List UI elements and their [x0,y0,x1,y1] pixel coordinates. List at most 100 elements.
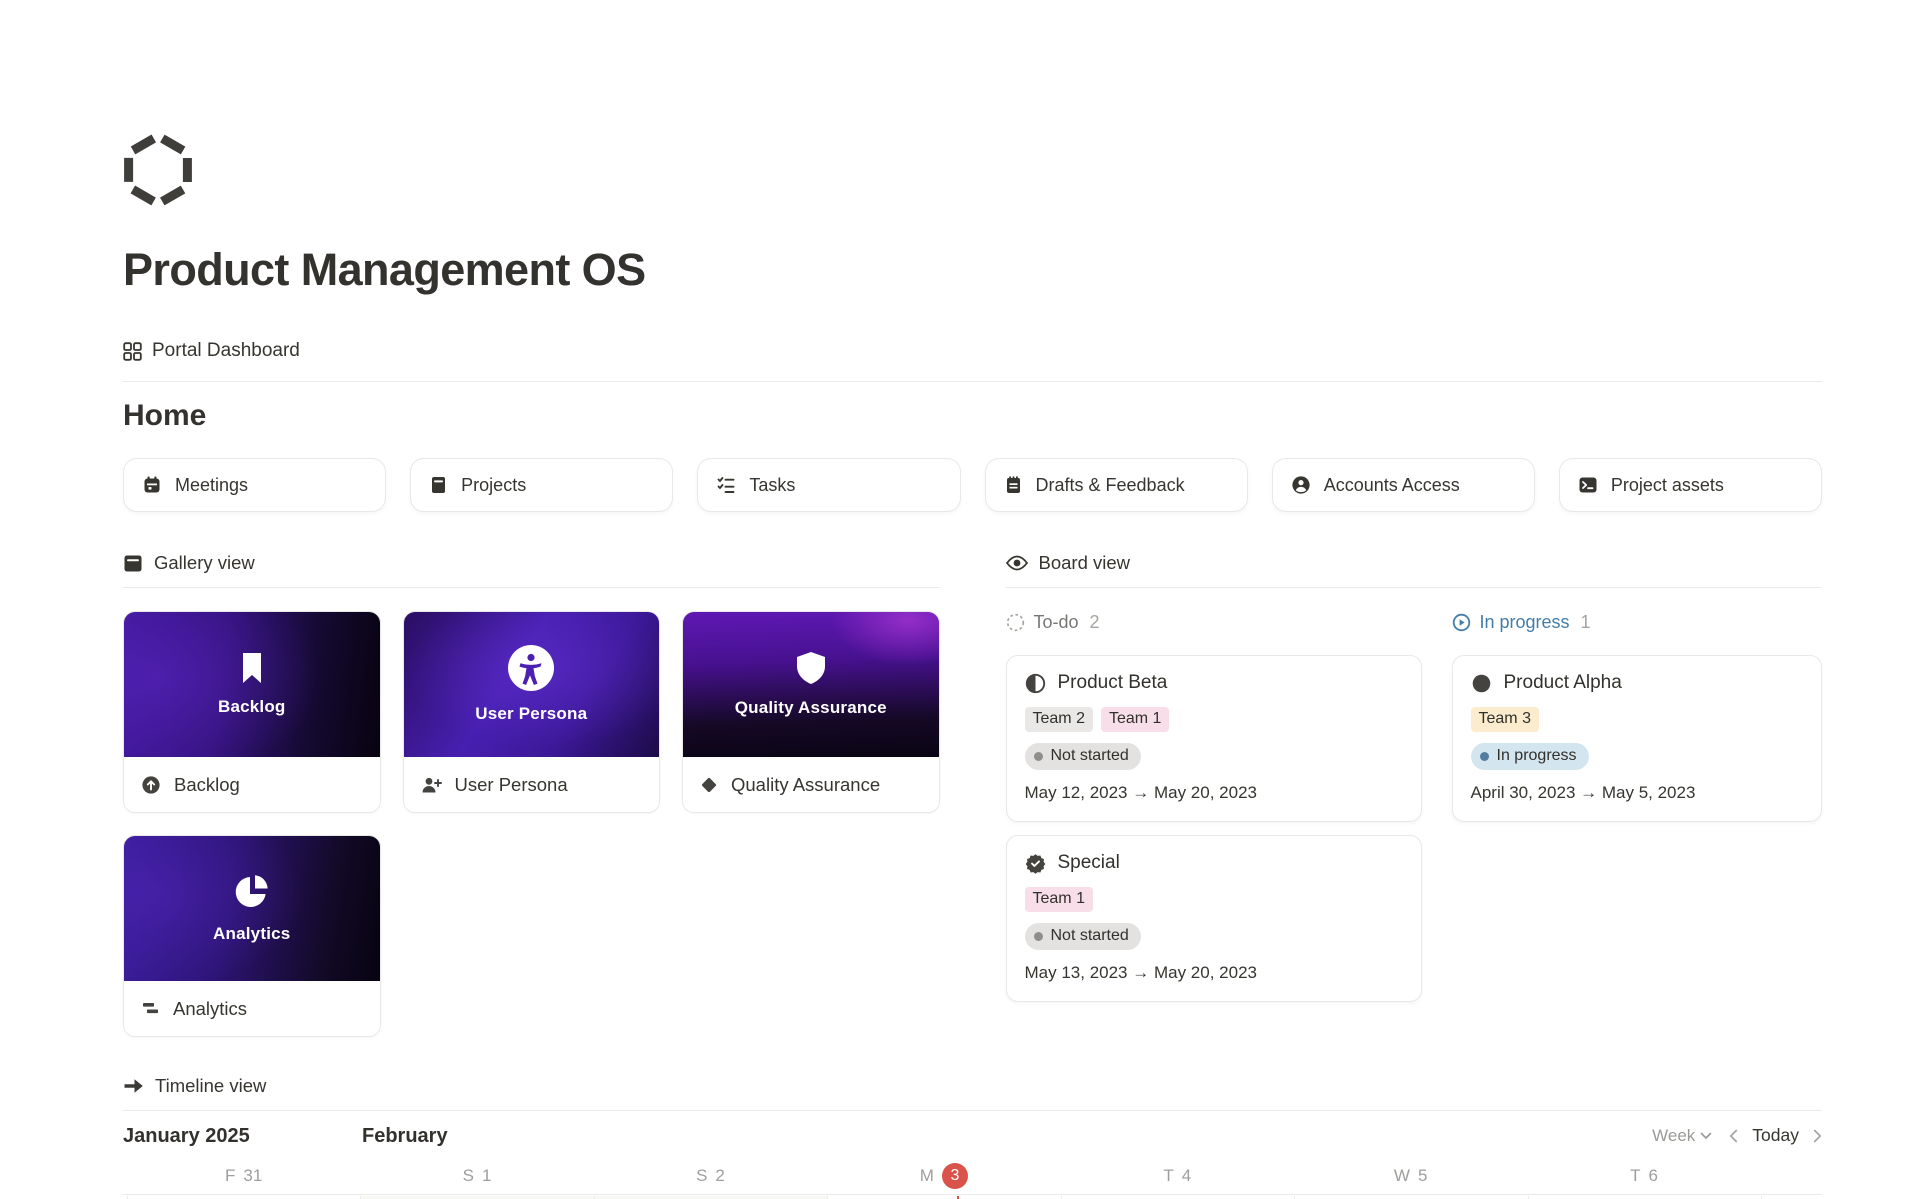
todo-column-label: To-do [1034,612,1079,633]
board-column-in-progress: In progress 1 Product Alpha [1452,612,1823,1002]
timeline-view-header[interactable]: Timeline view [123,1075,1822,1111]
card-date-range: May 13, 2023 → May 20, 2023 [1025,963,1403,983]
tag-team-3[interactable]: Team 3 [1471,707,1539,732]
tasks-button[interactable]: Tasks [697,458,960,512]
board-view-label: Board view [1039,552,1131,574]
cover-title: User Persona [475,704,587,724]
card-date-range: April 30, 2023 → May 5, 2023 [1471,783,1804,803]
board-view-section: Board view To-do 2 [1006,552,1823,1002]
page-icon[interactable] [123,0,1822,212]
gallery-card-title: Analytics [173,998,247,1020]
page: Product Management OS Portal Dashboard H… [0,0,1920,1199]
timeline-month-label: January 2025 [123,1125,250,1148]
arrow-right-icon [123,1077,144,1095]
archive-box-icon [429,475,448,495]
gallery-card-title: Backlog [174,774,240,796]
status-dot-icon [1480,752,1489,761]
in-progress-count: 1 [1581,612,1591,633]
home-heading: Home [123,399,1822,433]
day-cell-t6[interactable]: T6 [1527,1157,1760,1194]
page-title: Product Management OS [123,244,1822,296]
board-view-header[interactable]: Board view [1006,552,1823,588]
gallery-card-title: Quality Assurance [731,774,880,796]
gallery-card-title: User Persona [455,774,568,796]
tag-team-1[interactable]: Team 1 [1101,707,1169,732]
status-badge[interactable]: In progress [1471,743,1589,770]
user-circle-icon [1291,475,1311,495]
dashed-circle-icon [1006,613,1025,632]
card-special[interactable]: Special Team 1 Not started May 13, 2023 … [1006,835,1422,1002]
accessibility-icon [508,645,554,691]
todo-column-header[interactable]: To-do 2 [1006,612,1422,633]
today-button[interactable]: Today [1752,1125,1799,1146]
gallery-card-backlog[interactable]: Backlog Backlog [123,611,381,813]
chevron-down-icon [1700,1132,1712,1140]
play-circle-icon [1452,613,1471,632]
gallery-card-analytics[interactable]: Analytics Analytics [123,835,381,1037]
tab-label: Portal Dashboard [152,340,300,362]
todo-count: 2 [1090,612,1100,633]
gallery-view-header[interactable]: Gallery view [123,552,940,588]
in-progress-column-header[interactable]: In progress 1 [1452,612,1823,633]
timeline-zoom-select[interactable]: Week [1652,1126,1712,1146]
day-cell-s1[interactable]: S1 [360,1157,593,1194]
hexagon-logo-icon [123,130,1822,212]
grid-icon [123,342,142,361]
status-dot-icon [1034,752,1043,761]
eye-icon [1006,555,1028,571]
person-plus-icon [421,775,442,795]
tag-team-1[interactable]: Team 1 [1025,887,1093,912]
board-columns: To-do 2 Product Beta T [1006,612,1823,1002]
board-column-todo: To-do 2 Product Beta T [1006,612,1422,1002]
gallery-view-label: Gallery view [154,552,255,574]
meetings-button[interactable]: Meetings [123,458,386,512]
status-badge[interactable]: Not started [1025,743,1141,770]
timeline-view-label: Timeline view [155,1075,266,1097]
project-assets-label: Project assets [1611,475,1724,496]
chevron-right-icon[interactable] [1813,1129,1822,1143]
card-title: Special [1058,852,1120,874]
tab-portal-dashboard[interactable]: Portal Dashboard [123,340,1822,362]
header-divider [123,381,1822,382]
drafts-feedback-button[interactable]: Drafts & Feedback [985,458,1248,512]
user-persona-cover-image: User Persona [404,612,660,757]
card-product-beta[interactable]: Product Beta Team 2 Team 1 Not started M… [1006,655,1422,822]
in-progress-column-label: In progress [1480,612,1570,633]
day-cell-t4[interactable]: T4 [1061,1157,1294,1194]
cover-title: Analytics [213,924,290,944]
projects-button[interactable]: Projects [410,458,673,512]
shield-icon [796,651,826,685]
chevron-left-icon[interactable] [1729,1129,1738,1143]
bars-icon [141,1000,160,1017]
gallery-card-user-persona[interactable]: User Persona User Persona [403,611,661,813]
tag-team-2[interactable]: Team 2 [1025,707,1093,732]
cover-title: Backlog [218,697,286,717]
day-cell-f31[interactable]: F31 [127,1157,360,1194]
analytics-cover-image: Analytics [124,836,380,981]
meetings-label: Meetings [175,475,248,496]
status-badge[interactable]: Not started [1025,923,1141,950]
gallery-card-quality-assurance[interactable]: Quality Assurance Quality Assurance [682,611,940,813]
gallery-grid: Backlog Backlog User Persona [123,611,940,1037]
checklist-icon [716,475,736,495]
pie-chart-icon [233,873,271,911]
seal-check-icon [1025,853,1046,874]
day-cell-s2[interactable]: S2 [594,1157,827,1194]
notepad-icon [1004,475,1023,495]
tasks-label: Tasks [749,475,795,496]
contrast-circle-icon [1025,673,1046,694]
card-title: Product Alpha [1504,672,1622,694]
timeline-body: January 2025 February Week Today [123,1111,1822,1199]
project-assets-button[interactable]: Project assets [1559,458,1822,512]
accounts-access-button[interactable]: Accounts Access [1272,458,1535,512]
archive-box-icon [123,554,143,573]
today-badge: 3 [942,1163,968,1189]
quality-assurance-cover-image: Quality Assurance [683,612,939,757]
day-cell-m3-today[interactable]: M3 [827,1157,1060,1194]
arrow-up-circle-icon [141,775,161,795]
diamond-icon [700,776,718,794]
timeline-date-row: F31 S1 S2 M3 T4 W5 T6 [127,1157,1761,1194]
backlog-cover-image: Backlog [124,612,380,757]
day-cell-w5[interactable]: W5 [1294,1157,1527,1194]
card-product-alpha[interactable]: Product Alpha Team 3 In progress April 3… [1452,655,1823,822]
